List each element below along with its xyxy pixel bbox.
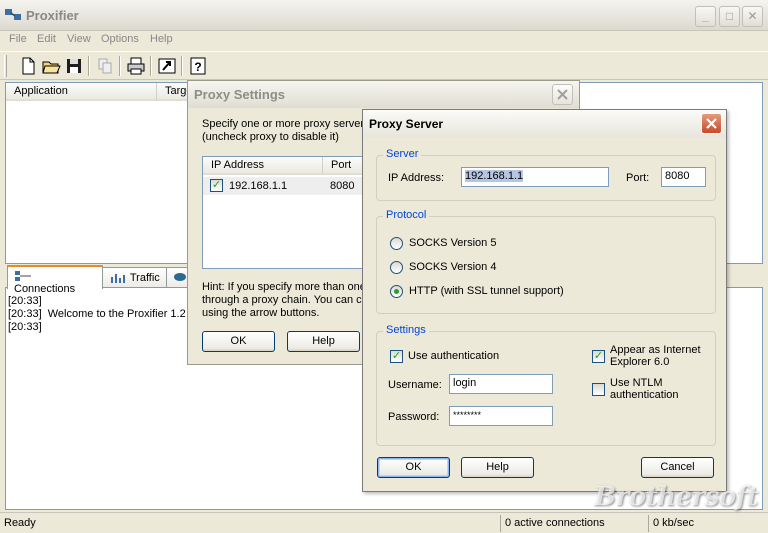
use-ntlm-label-line2[interactable]: authentication bbox=[610, 389, 679, 401]
socks5-label[interactable]: SOCKS Version 5 bbox=[409, 237, 496, 249]
svg-text:?: ? bbox=[194, 60, 201, 74]
proxy-server-title-bar[interactable]: Proxy Server bbox=[363, 110, 726, 137]
close-button[interactable]: ✕ bbox=[742, 6, 763, 27]
server-group: Server IP Address: 192.168.1.1 Port: 808… bbox=[376, 148, 716, 201]
minimize-button[interactable]: _ bbox=[695, 6, 716, 27]
column-header-application[interactable]: Application bbox=[6, 83, 157, 101]
proxy-settings-intro-line1: Specify one or more proxy servers: bbox=[202, 118, 373, 130]
help-icon[interactable]: ? bbox=[187, 55, 209, 77]
proxy-server-help-button[interactable]: Help bbox=[461, 457, 534, 478]
globe-icon bbox=[174, 273, 186, 281]
status-speed: 0 kb/sec bbox=[648, 515, 768, 532]
settings-group: Settings ✓ Use authentication ✓ Appear a… bbox=[376, 324, 716, 446]
proxy-server-title: Proxy Server bbox=[369, 117, 444, 131]
toolbar-separator bbox=[150, 56, 152, 76]
menu-options[interactable]: Options bbox=[101, 33, 139, 45]
status-bar: Ready 0 active connections 0 kb/sec bbox=[0, 512, 768, 533]
close-icon bbox=[706, 118, 717, 129]
toolbar-grip[interactable] bbox=[4, 55, 7, 77]
proxy-enabled-checkbox[interactable]: ✓ bbox=[210, 179, 223, 192]
menu-help[interactable]: Help bbox=[150, 33, 173, 45]
port-value: 8080 bbox=[665, 170, 690, 182]
open-folder-icon[interactable] bbox=[40, 55, 62, 77]
proxy-settings-intro-line2: (uncheck proxy to disable it) bbox=[202, 131, 339, 143]
main-window-title: Proxifier bbox=[26, 8, 79, 23]
proxifier-app-icon bbox=[5, 9, 21, 20]
username-field[interactable]: login bbox=[449, 374, 553, 394]
use-authentication-label[interactable]: Use authentication bbox=[408, 350, 499, 362]
protocol-group: Protocol SOCKS Version 5 SOCKS Version 4… bbox=[376, 209, 716, 314]
socks4-radio[interactable] bbox=[390, 261, 403, 274]
http-label[interactable]: HTTP (with SSL tunnel support) bbox=[409, 285, 564, 297]
tab-connections[interactable]: Connections bbox=[7, 265, 103, 295]
toolbar-separator bbox=[181, 56, 183, 76]
appear-as-ie-label-line1[interactable]: Appear as Internet bbox=[610, 344, 701, 356]
password-label: Password: bbox=[388, 411, 440, 423]
proxy-server-ok-button[interactable]: OK bbox=[377, 457, 450, 478]
hint-line2: through a proxy chain. You can ch bbox=[202, 294, 368, 306]
close-icon bbox=[557, 89, 568, 100]
tab-traffic[interactable]: Traffic bbox=[102, 267, 167, 288]
port-field[interactable]: 8080 bbox=[661, 167, 706, 187]
password-value: ******** bbox=[453, 410, 482, 420]
proxy-server-close-button[interactable] bbox=[701, 113, 722, 134]
new-file-icon[interactable] bbox=[17, 55, 39, 77]
proxy-settings-ok-button[interactable]: OK bbox=[202, 331, 275, 352]
proxy-list-row[interactable]: ✓ 192.168.1.1 8080 bbox=[203, 177, 371, 195]
brothersoft-watermark: Brothersoft bbox=[594, 482, 758, 512]
appear-as-ie-checkbox[interactable]: ✓ bbox=[592, 350, 605, 363]
print-icon[interactable] bbox=[125, 55, 147, 77]
proxy-settings-title: Proxy Settings bbox=[194, 87, 286, 102]
proxy-row-ip: 192.168.1.1 bbox=[229, 180, 288, 192]
menu-bar: File Edit View Options Help bbox=[0, 31, 768, 49]
status-active-connections: 0 active connections bbox=[500, 515, 648, 532]
connections-icon bbox=[15, 271, 31, 281]
hint-line1: Hint: If you specify more than one bbox=[202, 281, 366, 293]
port-label: Port: bbox=[626, 172, 650, 184]
proxy-settings-close-button[interactable] bbox=[552, 84, 573, 105]
proxy-settings-icon[interactable] bbox=[156, 55, 178, 77]
save-icon[interactable] bbox=[63, 55, 85, 77]
ip-address-label: IP Address: bbox=[388, 172, 445, 184]
menu-edit[interactable]: Edit bbox=[37, 33, 56, 45]
main-title-bar[interactable] bbox=[0, 0, 768, 31]
http-radio[interactable] bbox=[390, 285, 403, 298]
traffic-chart-icon bbox=[111, 274, 125, 283]
username-value: login bbox=[453, 377, 477, 389]
proxy-list[interactable]: IP Address Port ✓ 192.168.1.1 8080 bbox=[202, 156, 373, 269]
password-field[interactable]: ******** bbox=[449, 406, 553, 426]
copy-icon[interactable] bbox=[94, 55, 116, 77]
proxy-row-port: 8080 bbox=[330, 180, 355, 192]
socks4-label[interactable]: SOCKS Version 4 bbox=[409, 261, 496, 273]
proxy-settings-title-bar[interactable]: Proxy Settings bbox=[188, 81, 579, 108]
socks5-radio[interactable] bbox=[390, 237, 403, 250]
menu-file[interactable]: File bbox=[9, 33, 27, 45]
server-group-label: Server bbox=[383, 148, 422, 160]
tab-connections-label: Connections bbox=[14, 283, 76, 295]
proxy-server-dialog: Proxy Server Server IP Address: 192.168.… bbox=[362, 109, 727, 492]
username-label: Username: bbox=[388, 379, 442, 391]
menu-view[interactable]: View bbox=[67, 33, 91, 45]
proxy-server-cancel-button[interactable]: Cancel bbox=[641, 457, 714, 478]
tab-traffic-label: Traffic bbox=[129, 272, 160, 284]
use-ntlm-checkbox[interactable] bbox=[592, 383, 605, 396]
toolbar-separator bbox=[119, 56, 121, 76]
settings-group-label: Settings bbox=[383, 324, 429, 336]
use-authentication-checkbox[interactable]: ✓ bbox=[390, 350, 403, 363]
protocol-group-label: Protocol bbox=[383, 209, 430, 221]
use-ntlm-label-line1[interactable]: Use NTLM bbox=[610, 377, 663, 389]
ip-address-value: 192.168.1.1 bbox=[465, 170, 524, 182]
status-text: Ready bbox=[4, 517, 36, 529]
maximize-button[interactable]: □ bbox=[719, 6, 740, 27]
ip-address-field[interactable]: 192.168.1.1 bbox=[461, 167, 609, 187]
appear-as-ie-label-line2[interactable]: Explorer 6.0 bbox=[610, 356, 669, 368]
hint-line3: using the arrow buttons. bbox=[202, 307, 320, 319]
toolbar-separator bbox=[88, 56, 90, 76]
proxy-settings-help-button[interactable]: Help bbox=[287, 331, 360, 352]
column-header-ip-address[interactable]: IP Address bbox=[203, 157, 323, 175]
